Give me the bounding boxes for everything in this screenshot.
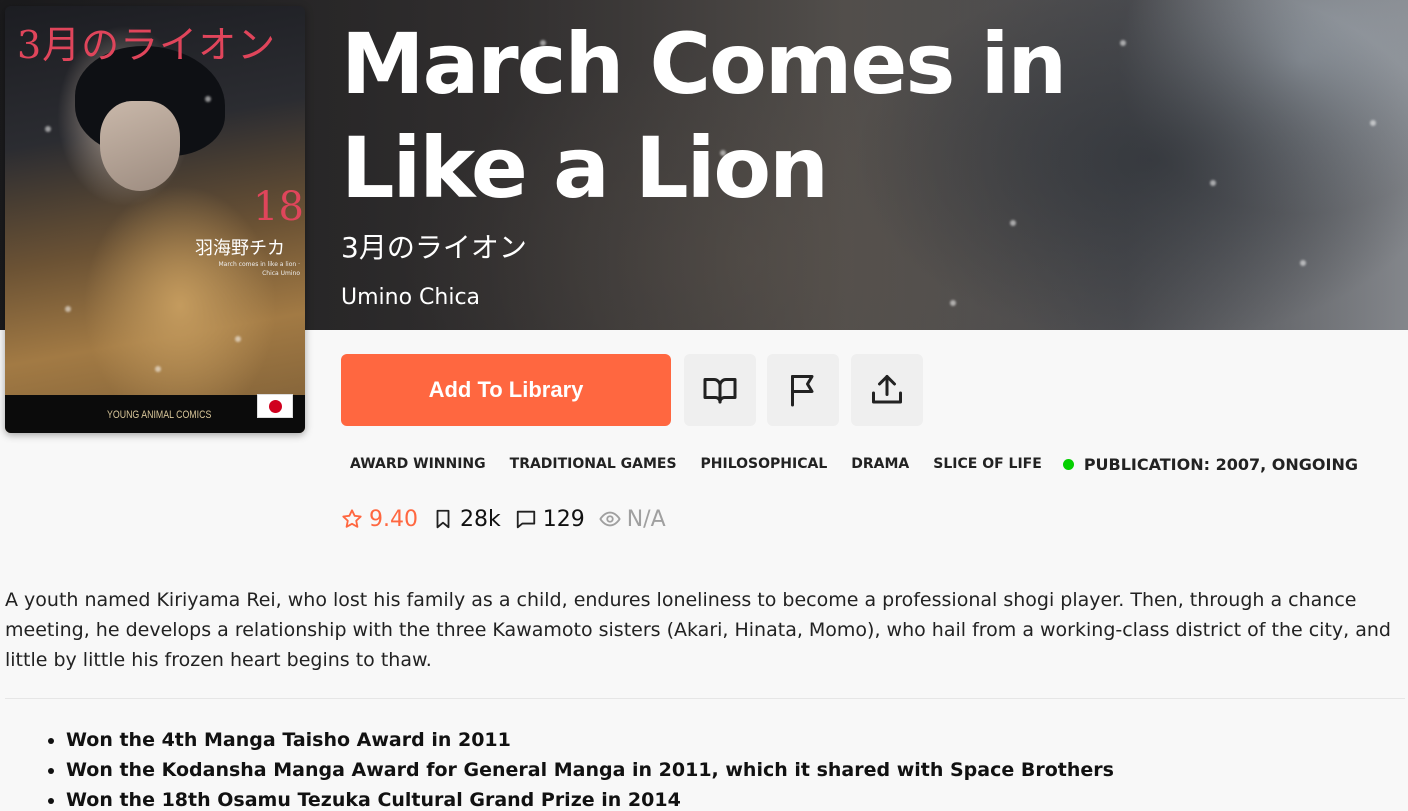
tag-drama[interactable]: DRAMA <box>842 452 918 476</box>
snowflake <box>155 366 161 372</box>
snowflake <box>235 336 241 342</box>
cover-volume-number: 18 <box>253 184 304 230</box>
author-link[interactable]: Umino Chica <box>341 285 480 310</box>
snowflake <box>1210 180 1216 186</box>
award-item: Won the Kodansha Manga Award for General… <box>66 755 1114 785</box>
follows-stat: 28k <box>432 507 501 532</box>
flag-icon <box>791 375 814 407</box>
award-item: Won the 18th Osamu Tezuka Cultural Grand… <box>66 785 1114 811</box>
tag-philosophical[interactable]: PHILOSOPHICAL <box>692 452 837 476</box>
awards-list: Won the 4th Manga Taisho Award in 2011 W… <box>26 725 1114 811</box>
add-to-library-button[interactable]: Add To Library <box>341 354 671 426</box>
cover-jp-title: 3月のライオン <box>17 23 277 67</box>
read-button[interactable] <box>684 354 756 426</box>
views-count: N/A <box>626 506 666 532</box>
cover-author-jp: 羽海野チカ <box>195 238 285 259</box>
share-button[interactable] <box>851 354 923 426</box>
snowflake <box>65 306 71 312</box>
share-icon <box>872 375 902 404</box>
follows-count: 28k <box>459 506 501 532</box>
book-open-icon <box>703 378 737 404</box>
star-icon <box>342 509 362 528</box>
award-item: Won the 4th Manga Taisho Award in 2011 <box>66 725 1114 755</box>
snowflake <box>205 96 211 102</box>
section-divider <box>5 698 1405 699</box>
status-dot-icon <box>1062 458 1074 470</box>
bookmark-icon <box>436 509 450 529</box>
publication-status: PUBLICATION: 2007, ONGOING <box>1062 454 1358 474</box>
views-stat: N/A <box>599 507 666 532</box>
report-button[interactable] <box>767 354 839 426</box>
cover-subtitle-en: March comes in like a lion · Chica Umino <box>218 261 300 277</box>
tag-award-winning[interactable]: AWARD WINNING <box>341 452 495 476</box>
synopsis: A youth named Kiriyama Rei, who lost his… <box>5 589 1391 671</box>
japan-flag-icon <box>257 394 293 418</box>
tag-traditional-games[interactable]: TRADITIONAL GAMES <box>501 452 686 476</box>
comments-count: 129 <box>542 506 585 532</box>
cover-publisher: YOUNG ANIMAL COMICS <box>107 409 212 421</box>
manga-title: March Comes in Like a Lion <box>341 15 1067 217</box>
cover-image[interactable]: 3月のライオン 18 羽海野チカ March comes in like a l… <box>5 6 305 433</box>
snowflake <box>1120 40 1126 46</box>
cover-art-face <box>100 101 180 191</box>
comments-stat[interactable]: 129 <box>515 507 585 532</box>
snowflake <box>1010 220 1016 226</box>
tag-list: AWARD WINNING TRADITIONAL GAMES PHILOSOP… <box>341 450 1358 478</box>
alt-title: 3月のライオン <box>341 231 527 264</box>
snowflake <box>950 300 956 306</box>
eye-icon <box>599 511 621 527</box>
rating-value: 9.40 <box>369 506 418 532</box>
snowflake <box>1370 120 1376 126</box>
publication-label: PUBLICATION: 2007, ONGOING <box>1083 454 1358 474</box>
tag-slice-of-life[interactable]: SLICE OF LIFE <box>924 452 1051 476</box>
stats-bar: 9.40 28k 129 N/A <box>341 503 680 535</box>
rating-stat[interactable]: 9.40 <box>341 507 418 532</box>
snowflake <box>45 126 51 132</box>
snowflake <box>1300 260 1306 266</box>
manga-detail-page: 3月のライオン 18 羽海野チカ March comes in like a l… <box>0 0 1408 811</box>
comment-icon <box>516 510 535 529</box>
